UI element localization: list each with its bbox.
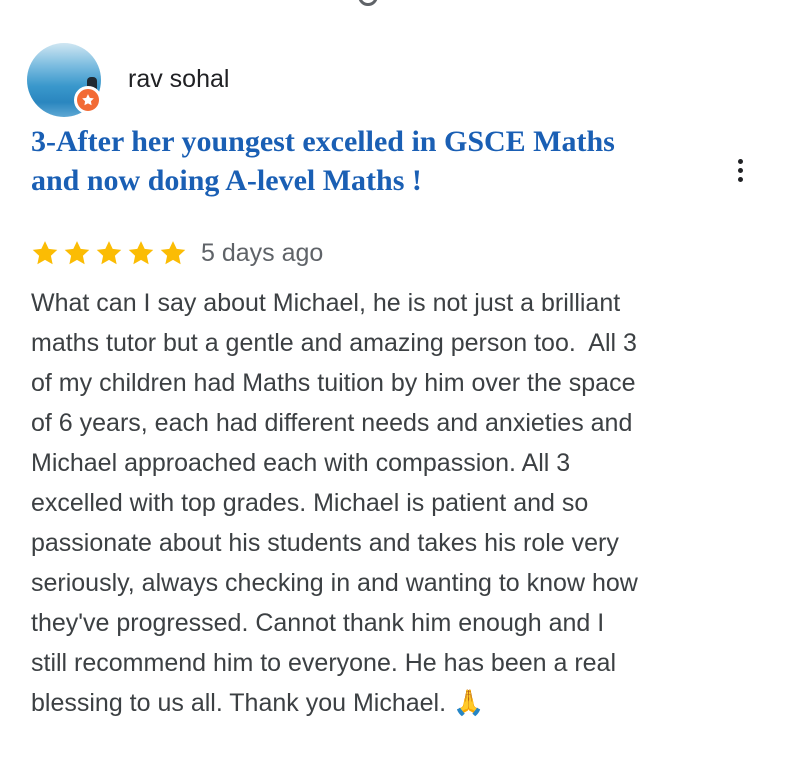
star-icon (64, 241, 90, 265)
review-title-line: and now doing A-level Maths ! (31, 164, 422, 197)
review-body-line: of my children had Maths tuition by him … (31, 369, 636, 397)
review-body-line: Michael approached each with compassion.… (31, 449, 571, 477)
local-guide-star-icon (74, 86, 102, 114)
review-body-line: maths tutor but a gentle and amazing per… (31, 329, 637, 357)
review-body: What can I say about Michael, he is not … (31, 283, 771, 723)
reviewer-name[interactable]: rav sohal (128, 64, 229, 94)
review-body-line: still recommend him to everyone. He has … (31, 649, 617, 677)
review-date: 5 days ago (201, 238, 324, 267)
star-icon (96, 241, 122, 265)
star-icon (128, 241, 154, 265)
star-icon (32, 241, 58, 265)
review-body-line: excelled with top grades. Michael is pat… (31, 489, 589, 517)
review-body-line: What can I say about Michael, he is not … (31, 289, 621, 317)
partial-circle-icon (358, 0, 378, 6)
star-icon (160, 241, 186, 265)
review-body-line: seriously, always checking in and wantin… (31, 569, 638, 597)
review-title-line: 3-After her youngest excelled in GSCE Ma… (31, 125, 615, 158)
review-body-line: passionate about his students and takes … (31, 529, 619, 557)
star-rating (31, 239, 187, 267)
review-title: 3-After her youngest excelled in GSCE Ma… (31, 122, 711, 200)
rating-row: 5 days ago (31, 236, 323, 270)
review-body-line: of 6 years, each had different needs and… (31, 409, 633, 437)
review-card: rav sohal 3-After her youngest excelled … (0, 0, 803, 784)
more-vert-icon[interactable] (725, 150, 755, 190)
review-body-line: blessing to us all. Thank you Michael. 🙏 (31, 689, 485, 717)
review-body-line: they've progressed. Cannot thank him eno… (31, 609, 605, 637)
